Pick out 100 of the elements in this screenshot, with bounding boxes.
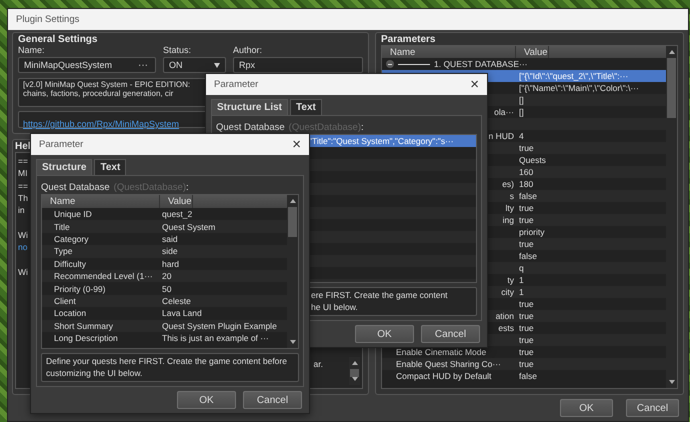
parameter-value: false — [518, 251, 537, 261]
parameter-value: q — [518, 263, 524, 273]
parameter-name: Recommended Level (1··· — [53, 271, 154, 282]
label-colon: : — [361, 122, 364, 132]
description-text: Define your quests here FIRST. Create the game content before customizing the UI below. — [46, 356, 288, 379]
parameter-name: Compact HUD by Default — [396, 371, 492, 381]
column-header[interactable]: Value — [516, 46, 549, 58]
status-dropdown[interactable]: ON — [163, 57, 226, 73]
field-label: Name: — [18, 45, 46, 57]
parameter-value: ["{\"Id\":\"quest_2\",\"Title\":··· — [518, 71, 628, 81]
parameter-name: s — [510, 191, 514, 201]
parameter-name: Title — [53, 222, 71, 232]
tab[interactable]: Text — [290, 99, 322, 115]
parameter-value: 1 — [518, 275, 524, 285]
column-header[interactable]: Name — [382, 46, 516, 58]
caret-icon — [214, 62, 220, 68]
help-text: == — [18, 155, 28, 168]
parameter-value: true — [518, 335, 534, 345]
window-title: Parameter — [39, 139, 84, 150]
field-label: Status: — [163, 45, 192, 57]
parameter-name: Location — [53, 308, 88, 318]
parameter-name: Enable Cinematic Mode — [396, 347, 486, 357]
parameter-value: [] — [518, 95, 524, 105]
parameter-name: ing — [502, 215, 514, 225]
dialog-button[interactable]: OK — [560, 399, 613, 417]
parameter-value: 160 — [518, 167, 534, 177]
help-text: Wi — [18, 228, 28, 242]
parameter-name: ola··· — [494, 107, 514, 117]
description-text: [v2.0] MiniMap Quest System - EPIC EDITION: — [23, 80, 192, 89]
parameter-value: quest_2 — [161, 209, 192, 220]
parameter-value: true — [518, 215, 534, 225]
parameter-value: [] — [518, 107, 524, 117]
help-text: == — [18, 180, 28, 192]
panel-heading: Hel — [15, 141, 31, 152]
browse-button[interactable]: ··· — [136, 60, 150, 70]
parameter-name: n HUD — [488, 131, 514, 141]
parameter-value: true — [518, 299, 534, 309]
parameter-name: lty — [506, 203, 514, 213]
parameter-value: true — [518, 359, 534, 369]
scrollbar[interactable] — [666, 46, 677, 388]
parameter-value: Quest System — [161, 222, 216, 232]
dialog-button[interactable]: OK — [355, 325, 414, 343]
help-text: ar. — [314, 359, 323, 369]
column-header[interactable]: Value — [160, 195, 193, 208]
parameter-value: true — [518, 347, 534, 357]
parameter-value: Quest System Plugin Example — [161, 320, 277, 331]
parameter-value: said — [161, 234, 178, 244]
parameter-name: Category — [53, 234, 90, 244]
collapse-icon[interactable] — [386, 60, 394, 68]
parameter-row[interactable]: Enable Quest Sharing Co··· true — [382, 358, 666, 370]
label-colon: : — [186, 182, 189, 192]
author-field[interactable]: Rpx — [233, 57, 363, 73]
parameter-name: ty — [507, 275, 514, 285]
parameter-name: Long Description — [53, 333, 119, 344]
window-title: Plugin Settings — [16, 14, 80, 25]
parameter-value: false — [518, 191, 537, 201]
group-label: 1. QUEST DATABASE··· — [434, 59, 528, 69]
tab[interactable]: Text — [94, 159, 126, 175]
parameter-value: side — [161, 246, 178, 256]
scrollbar[interactable] — [287, 195, 298, 348]
parameter-value: true — [518, 311, 534, 321]
description-text: chains, factions, procedural generation, cir — [23, 89, 174, 98]
dialog-button[interactable]: Cancel — [626, 399, 679, 417]
help-link[interactable]: no — [18, 241, 28, 254]
panel-heading: Parameters — [381, 34, 436, 45]
help-text: in — [18, 204, 25, 216]
parameter-value: true — [518, 203, 534, 213]
scrollbar[interactable] — [349, 357, 360, 385]
parameter-value: This is just an example of ··· — [161, 333, 269, 344]
help-text: Wi — [18, 266, 28, 278]
panel-heading: General Settings — [18, 34, 98, 45]
dialog-button[interactable]: Cancel — [421, 325, 480, 343]
tab[interactable]: Structure List — [211, 99, 288, 115]
parameter-row[interactable]: 1. QUEST DATABASE··· — [382, 58, 666, 70]
parameter-value: 1 — [518, 287, 524, 297]
parameter-name: Type — [53, 246, 74, 256]
parameter-value: true — [518, 239, 534, 249]
parameter-value: 20 — [161, 271, 172, 282]
dialog-button[interactable]: OK — [177, 391, 236, 409]
tab[interactable]: Structure — [36, 159, 92, 175]
parameter-name: Priority (0-99) — [53, 284, 106, 294]
field-label: Quest Database — [41, 182, 110, 192]
parameter-row[interactable]: Compact HUD by Default false — [382, 370, 666, 382]
help-text: MI — [18, 167, 28, 180]
parameter-row[interactable]: Enable Cinematic Mode true — [382, 346, 666, 358]
column-header[interactable]: Name — [42, 195, 160, 208]
parameter-value: Lava Land — [161, 308, 202, 318]
description-text: he UI below. — [310, 302, 359, 313]
parameter-name: city — [501, 287, 514, 297]
field-label: Author: — [233, 45, 264, 57]
help-text: Th — [18, 192, 28, 204]
parameter-name: ation — [496, 311, 514, 321]
url-link[interactable]: https://github.com/Rpx/MiniMapSystem — [23, 119, 180, 129]
window-title: Parameter — [214, 79, 258, 90]
parameter-name: Enable Quest Sharing Co··· — [396, 359, 501, 369]
field-label: Quest Database — [216, 122, 285, 132]
parameter-name: Unique ID — [53, 209, 93, 220]
parameter-name: Client — [53, 296, 77, 306]
dialog-button[interactable]: Cancel — [243, 391, 302, 409]
name-field[interactable]: MiniMapQuestSystem ··· — [18, 57, 156, 73]
